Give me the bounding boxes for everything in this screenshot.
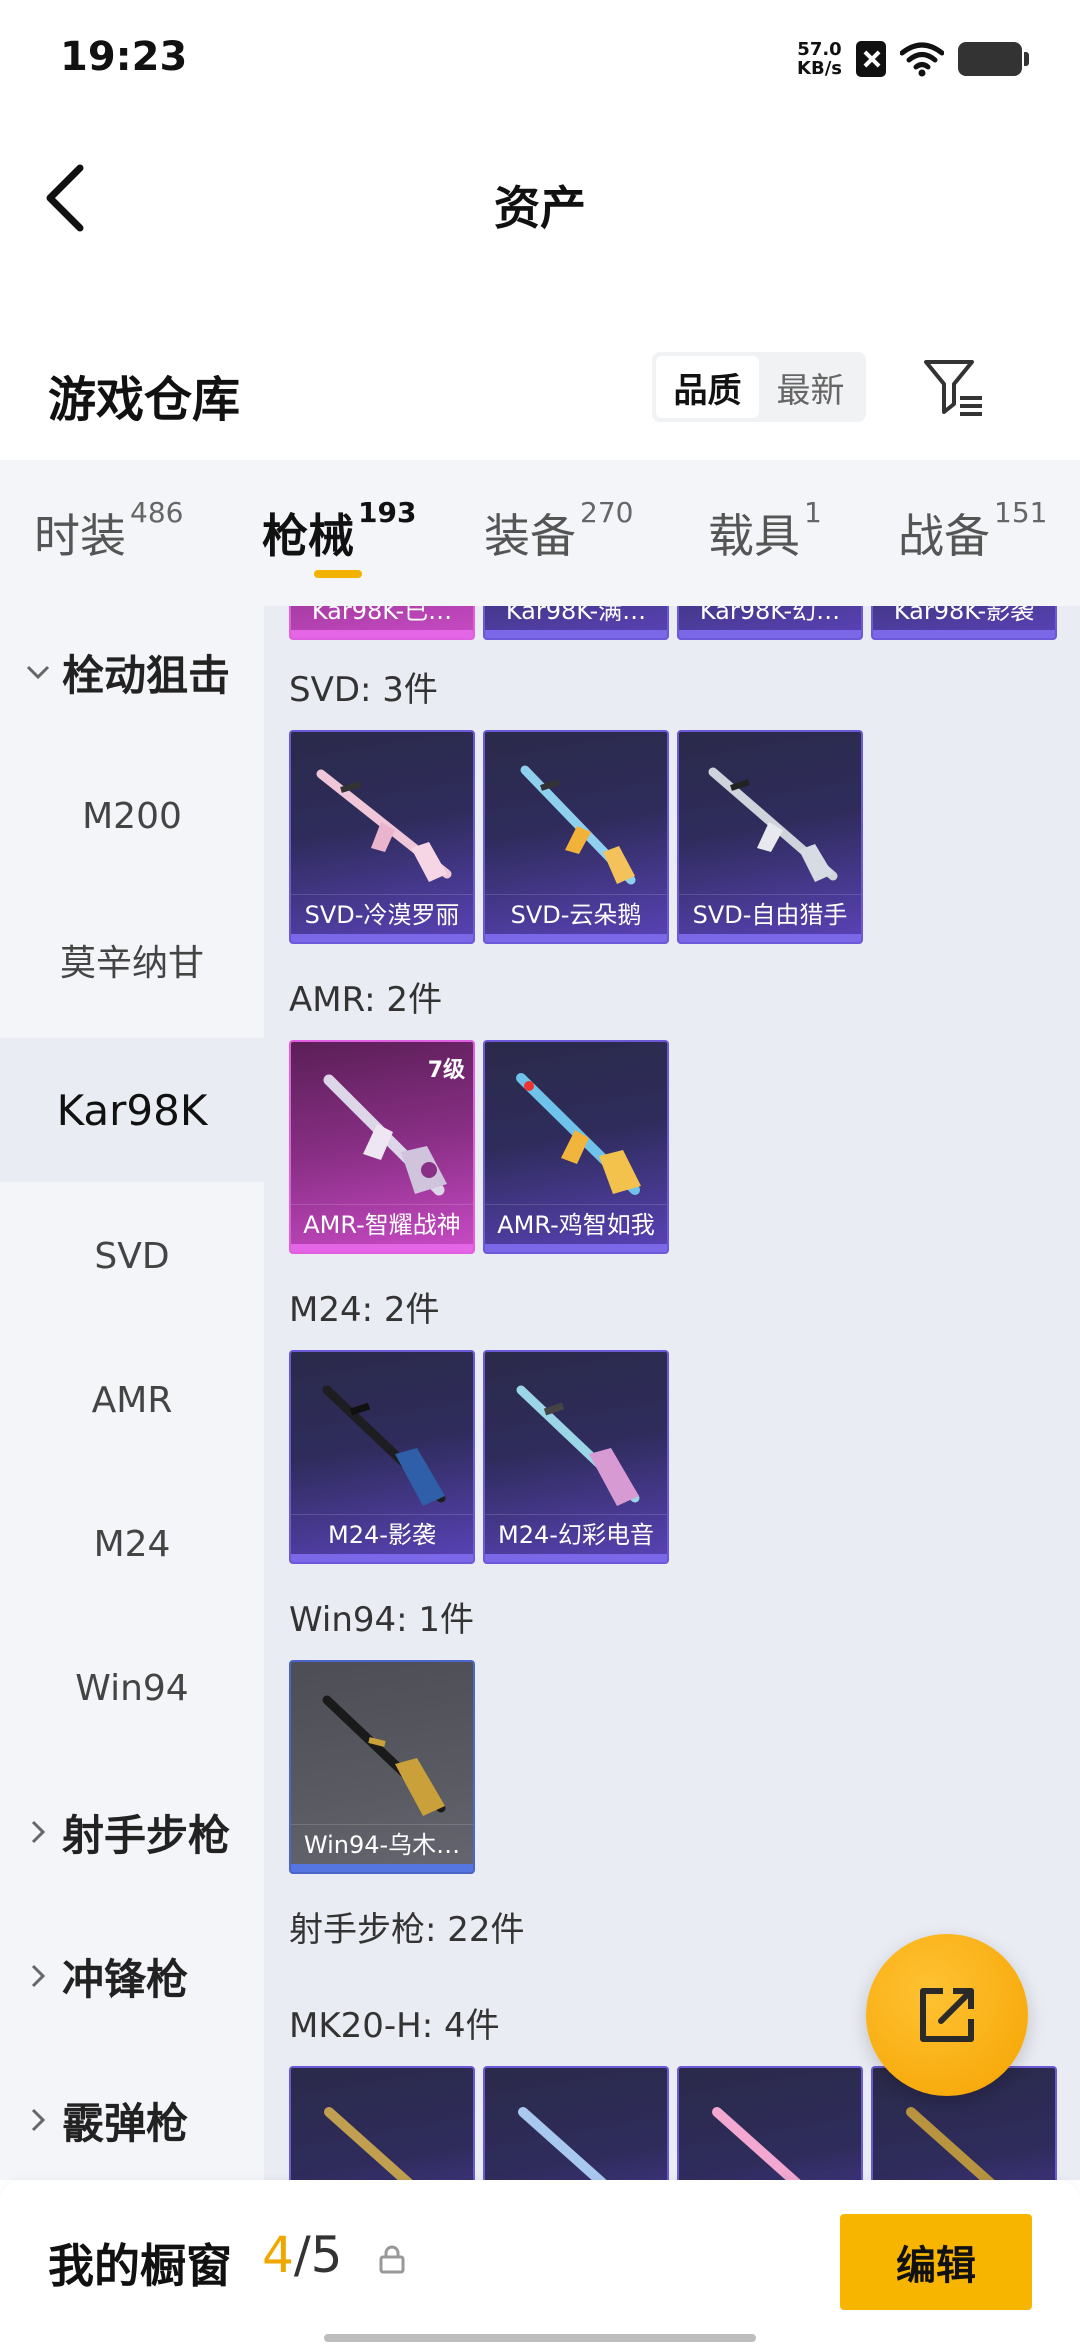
page-title: 资产 bbox=[494, 181, 586, 235]
chevron-right-icon bbox=[31, 1820, 46, 1844]
rifle-icon bbox=[322, 1695, 446, 1816]
sort-newest[interactable]: 最新 bbox=[759, 356, 862, 418]
showcase-label: 我的橱窗 bbox=[48, 2239, 232, 2293]
rifle-icon bbox=[516, 1073, 641, 1195]
sidebar-group-marksman[interactable]: 射手步枪 bbox=[0, 1760, 264, 1904]
item-card-mk20-3[interactable] bbox=[677, 2066, 863, 2180]
warehouse-title: 游戏仓库 bbox=[48, 372, 241, 428]
sidebar-item-mosin[interactable]: 莫辛纳甘 bbox=[0, 888, 264, 1032]
item-card-amr-2[interactable]: AMR-鸡智如我 bbox=[483, 1040, 669, 1254]
external-link-icon bbox=[920, 1988, 974, 2042]
rifle-icon bbox=[906, 2107, 995, 2180]
group-label-mk20: MK20-H: 4件 bbox=[289, 2006, 500, 2046]
group-label-marksman: 射手步枪: 22件 bbox=[289, 1910, 525, 1950]
showcase-bar: 我的橱窗 4/5 编辑 bbox=[0, 2180, 1080, 2344]
item-card[interactable]: Kar98K-已… bbox=[289, 606, 475, 640]
sidebar-item-amr[interactable]: AMR bbox=[0, 1328, 264, 1472]
rifle-icon bbox=[323, 1074, 447, 1196]
sidebar-group-shotgun[interactable]: 霰弹枪 bbox=[0, 2048, 264, 2180]
no-sim-icon bbox=[856, 41, 886, 77]
item-card[interactable]: Kar98K-满… bbox=[483, 606, 669, 640]
sort-toggle: 品质 最新 bbox=[652, 352, 866, 422]
rifle-icon bbox=[322, 1385, 446, 1506]
item-card-amr-1[interactable]: 7级 AMR-智耀战神 bbox=[289, 1040, 475, 1254]
warehouse-header: 游戏仓库 品质 最新 bbox=[0, 330, 1080, 460]
chevron-right-icon bbox=[31, 2108, 46, 2132]
sidebar-item-svd[interactable]: SVD bbox=[0, 1184, 264, 1328]
sort-quality[interactable]: 品质 bbox=[656, 356, 759, 418]
item-card-win94-1[interactable]: Win94-乌木… bbox=[289, 1660, 475, 1874]
tab-firearms[interactable]: 枪械 193 bbox=[262, 496, 416, 566]
tab-vehicles[interactable]: 载具 1 bbox=[708, 496, 822, 566]
item-card-mk20-1[interactable] bbox=[289, 2066, 475, 2180]
showcase-count: 4/5 bbox=[262, 2226, 343, 2284]
rifle-icon bbox=[520, 765, 636, 885]
edit-button[interactable]: 编辑 bbox=[840, 2214, 1032, 2310]
item-card-mk20-2[interactable] bbox=[483, 2066, 669, 2180]
group-label-svd: SVD: 3件 bbox=[289, 670, 438, 710]
active-tab-indicator bbox=[314, 570, 362, 578]
status-icons: 57.0 KB/s bbox=[797, 39, 1029, 79]
tab-equipment[interactable]: 装备 270 bbox=[484, 496, 633, 566]
item-card-m24-1[interactable]: M24-影袭 bbox=[289, 1350, 475, 1564]
category-tabs: 时装 486 枪械 193 装备 270 载具 1 战备 151 bbox=[0, 460, 1080, 606]
sidebar-item-win94[interactable]: Win94 bbox=[0, 1616, 264, 1760]
sidebar-item-m200[interactable]: M200 bbox=[0, 744, 264, 888]
group-label-amr: AMR: 2件 bbox=[289, 980, 443, 1020]
lock-icon bbox=[379, 2245, 405, 2274]
item-card[interactable]: Kar98K-影袭 bbox=[871, 606, 1057, 640]
tab-fashion[interactable]: 时装 486 bbox=[34, 496, 183, 566]
rifle-icon bbox=[708, 767, 838, 882]
rifle-icon bbox=[316, 769, 452, 882]
rifle-icon bbox=[712, 2107, 801, 2180]
rifle-icon bbox=[516, 1385, 640, 1506]
item-card[interactable]: Kar98K-幻… bbox=[677, 606, 863, 640]
group-label-m24: M24: 2件 bbox=[289, 1290, 440, 1330]
tab-supplies[interactable]: 战备 151 bbox=[898, 496, 1047, 566]
filter-icon[interactable] bbox=[920, 354, 986, 420]
nav-bar: 资产 bbox=[0, 120, 1080, 280]
status-time: 19:23 bbox=[60, 34, 188, 80]
chevron-right-icon bbox=[31, 1964, 46, 1988]
chevron-down-icon bbox=[26, 665, 50, 680]
sidebar: 栓动狙击 M200 莫辛纳甘 Kar98K SVD AMR M24 Win94 … bbox=[0, 606, 264, 2180]
wifi-icon bbox=[900, 42, 944, 77]
item-card-m24-2[interactable]: M24-幻彩电音 bbox=[483, 1350, 669, 1564]
group-label-win94: Win94: 1件 bbox=[289, 1600, 475, 1640]
rifle-icon bbox=[324, 2107, 413, 2180]
rifle-icon bbox=[518, 2107, 607, 2180]
item-card-svd-1[interactable]: SVD-冷漠罗丽 bbox=[289, 730, 475, 944]
status-bar: 19:23 57.0 KB/s bbox=[0, 0, 1080, 120]
sidebar-item-kar98k[interactable]: Kar98K bbox=[0, 1038, 264, 1182]
sidebar-group-bolt-action[interactable]: 栓动狙击 bbox=[0, 606, 264, 744]
item-card-svd-2[interactable]: SVD-云朵鹅 bbox=[483, 730, 669, 944]
network-speed: 57.0 KB/s bbox=[797, 39, 842, 79]
sidebar-group-smg[interactable]: 冲锋枪 bbox=[0, 1904, 264, 2048]
home-indicator bbox=[324, 2334, 756, 2342]
sidebar-item-m24[interactable]: M24 bbox=[0, 1472, 264, 1616]
item-card-svd-3[interactable]: SVD-自由猎手 bbox=[677, 730, 863, 944]
battery-icon bbox=[958, 42, 1029, 76]
share-float-button[interactable] bbox=[866, 1934, 1028, 2096]
